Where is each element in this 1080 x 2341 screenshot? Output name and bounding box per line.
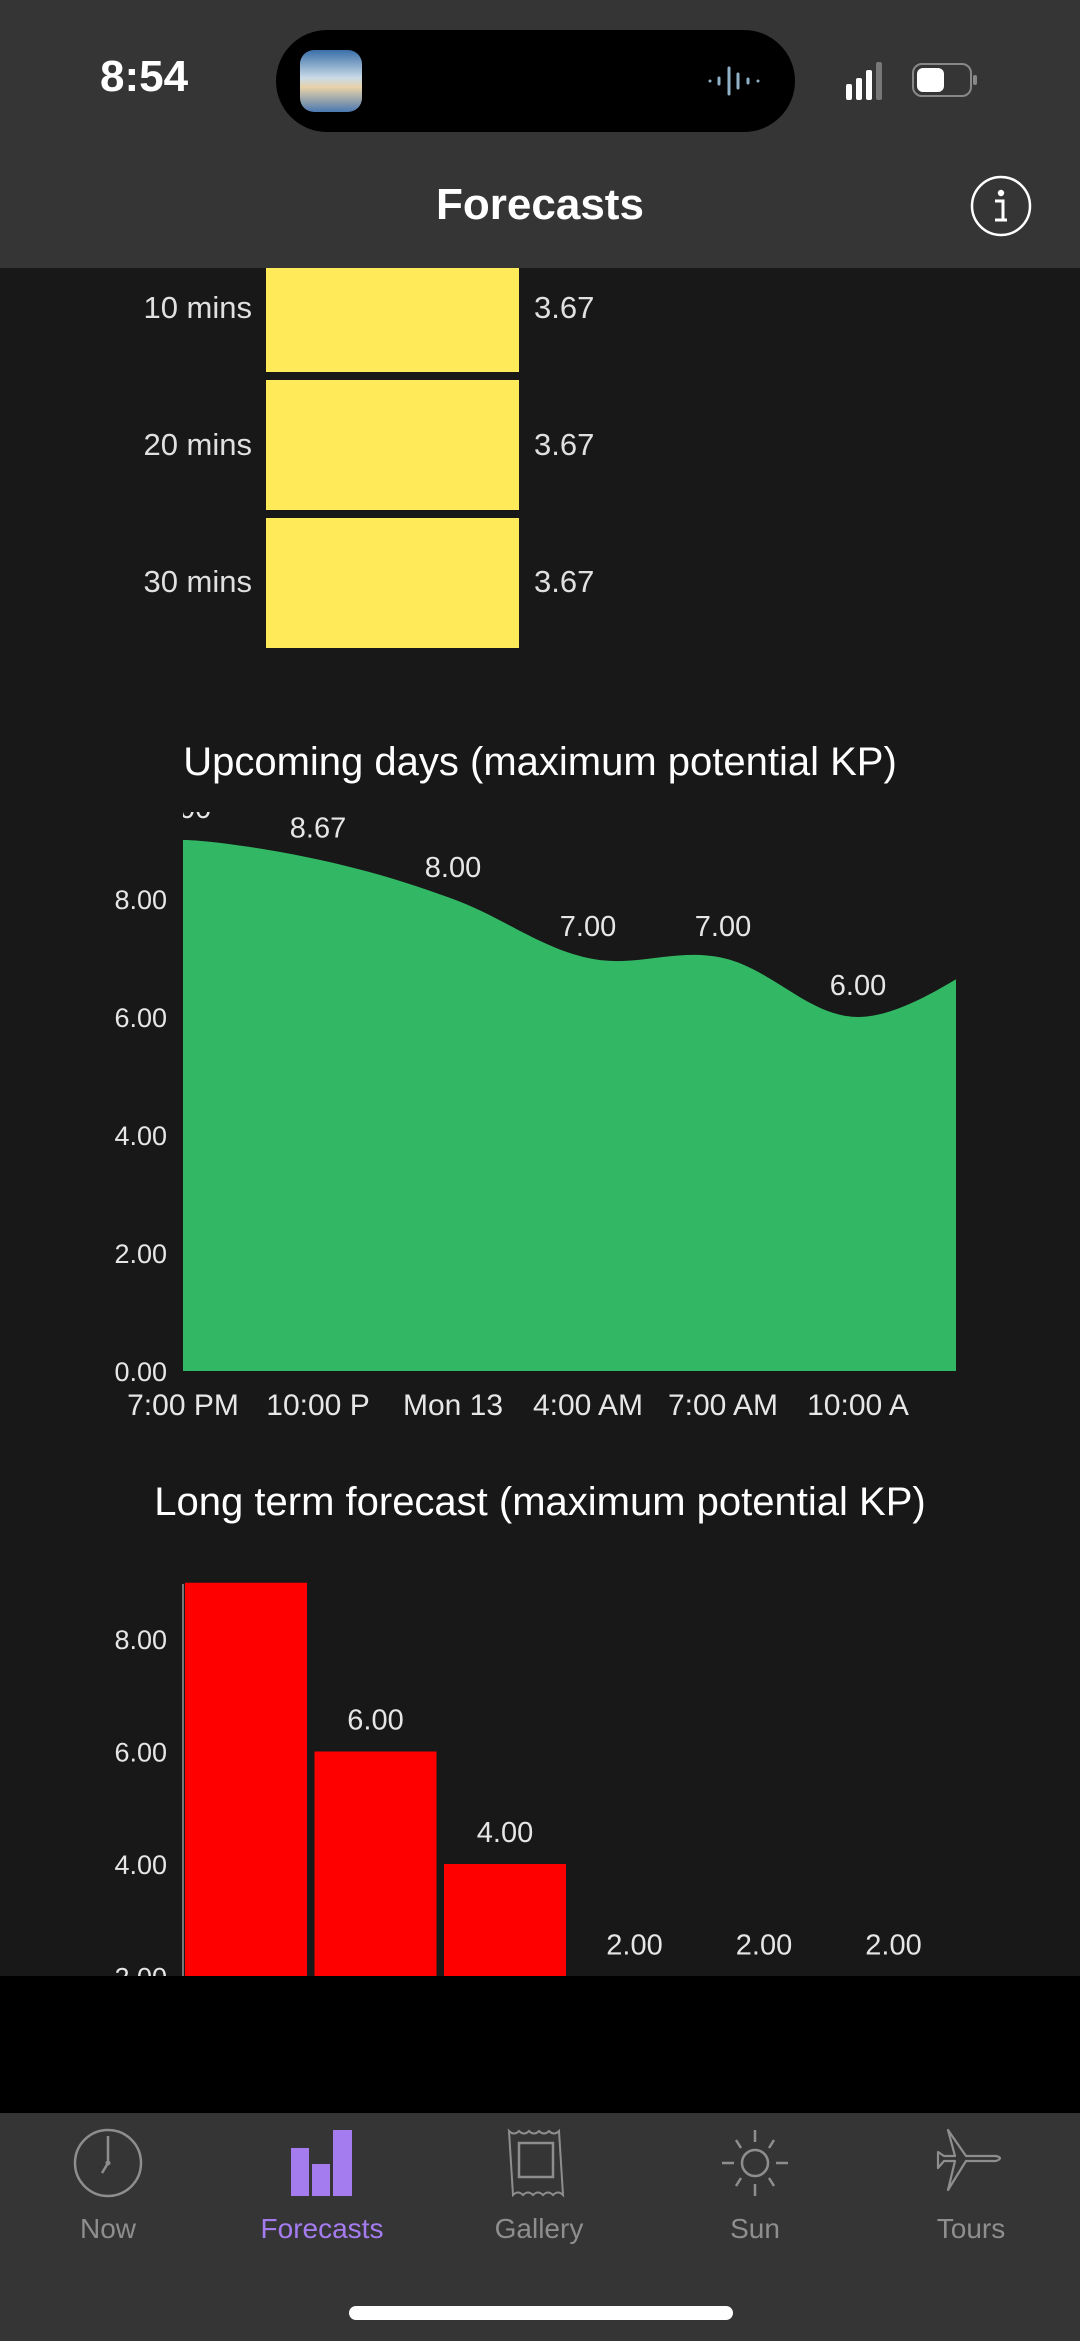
data-label: 9.00	[155, 812, 211, 825]
upcoming-days-chart: 9.00 8.67 8.00 7.00 7.00 6.00 7:00 PM 10:00 P M…	[114, 812, 956, 1422]
y-tick-label: 6.00	[114, 1003, 167, 1033]
tab-label: Tours	[936, 2213, 1006, 2244]
x-tick-label: 4:00 AM	[533, 1389, 643, 1422]
tab-label: Forecasts	[260, 2213, 384, 2244]
now-playing-artwork	[300, 50, 362, 112]
tab-forecasts[interactable]: Forecasts	[222, 2113, 422, 2263]
home-indicator[interactable]	[349, 2306, 733, 2320]
y-tick-label: 8.00	[114, 885, 167, 915]
x-tick-label: 10:00 P	[266, 1389, 369, 1422]
tab-label: Sun	[730, 2213, 780, 2244]
bar-chart-icon	[291, 2130, 352, 2196]
data-label: 7.00	[560, 911, 616, 943]
tab-tours[interactable]: Tours	[871, 2113, 1071, 2263]
short-term-bar	[266, 380, 519, 510]
row-value: 3.67	[534, 564, 595, 599]
data-label: 2.00	[736, 1930, 792, 1962]
data-label: 7.00	[695, 911, 751, 943]
x-tick-label: 7:00 PM	[127, 1389, 239, 1422]
data-label: 2.00	[606, 1930, 662, 1962]
bar	[185, 1582, 307, 1976]
tab-gallery[interactable]: Gallery	[439, 2113, 639, 2263]
cellular-signal-icon	[846, 62, 882, 100]
row-label-10-mins: 10 mins	[143, 290, 252, 325]
x-tick-label: 10:00 A	[807, 1389, 909, 1422]
clock-icon	[73, 2128, 143, 2198]
y-tick-label: 2.00	[114, 1239, 167, 1269]
y-tick-label: 8.00	[114, 1625, 167, 1655]
data-label: 2.00	[865, 1930, 921, 1962]
y-tick-label: 4.00	[114, 1121, 167, 1151]
bar	[314, 1751, 437, 1976]
y-tick-label: 0.00	[114, 1357, 167, 1387]
status-time: 8:54	[100, 52, 189, 101]
short-term-bar	[266, 268, 519, 372]
airplane-icon	[936, 2128, 1002, 2192]
tab-label: Gallery	[494, 2213, 584, 2244]
data-label: 8.67	[290, 812, 346, 844]
data-label: 9.00	[218, 1562, 274, 1568]
row-label-30-mins: 30 mins	[143, 564, 252, 599]
x-tick-label: 7:00 AM	[668, 1389, 778, 1422]
short-term-bar	[266, 518, 519, 648]
long-term-chart: 2.00 4.00 6.00 8.00 9.00 6.00 4.00 2.00 2.00 2.00	[114, 1562, 922, 1977]
tab-sun[interactable]: Sun	[655, 2113, 855, 2263]
y-tick-label: 4.00	[114, 1850, 167, 1880]
info-circle-icon[interactable]	[970, 175, 1032, 237]
row-value: 3.67	[534, 427, 595, 462]
tab-label: Now	[79, 2213, 136, 2244]
battery-icon	[912, 63, 977, 97]
row-label-20-mins: 20 mins	[143, 427, 252, 462]
bar	[444, 1864, 566, 1976]
audio-waveform-icon	[708, 66, 760, 96]
empty-space	[0, 1976, 1080, 2113]
y-tick-label: 6.00	[114, 1738, 167, 1768]
sun-icon	[722, 2130, 788, 2196]
page-title: Forecasts	[436, 180, 644, 229]
data-label: 6.00	[830, 970, 886, 1002]
dynamic-island	[276, 30, 795, 132]
data-label: 4.00	[477, 1817, 533, 1849]
tab-now[interactable]: Now	[8, 2113, 208, 2263]
y-tick-label: 2.00	[114, 1963, 167, 1977]
long-term-title: Long term forecast (maximum potential KP…	[154, 1480, 926, 1524]
x-tick-label: Mon 13	[403, 1389, 503, 1422]
upcoming-days-title: Upcoming days (maximum potential KP)	[183, 740, 897, 784]
row-value: 3.67	[534, 290, 595, 325]
data-label: 6.00	[347, 1705, 403, 1737]
framed-picture-icon	[507, 2128, 565, 2198]
data-label: 8.00	[425, 852, 481, 884]
